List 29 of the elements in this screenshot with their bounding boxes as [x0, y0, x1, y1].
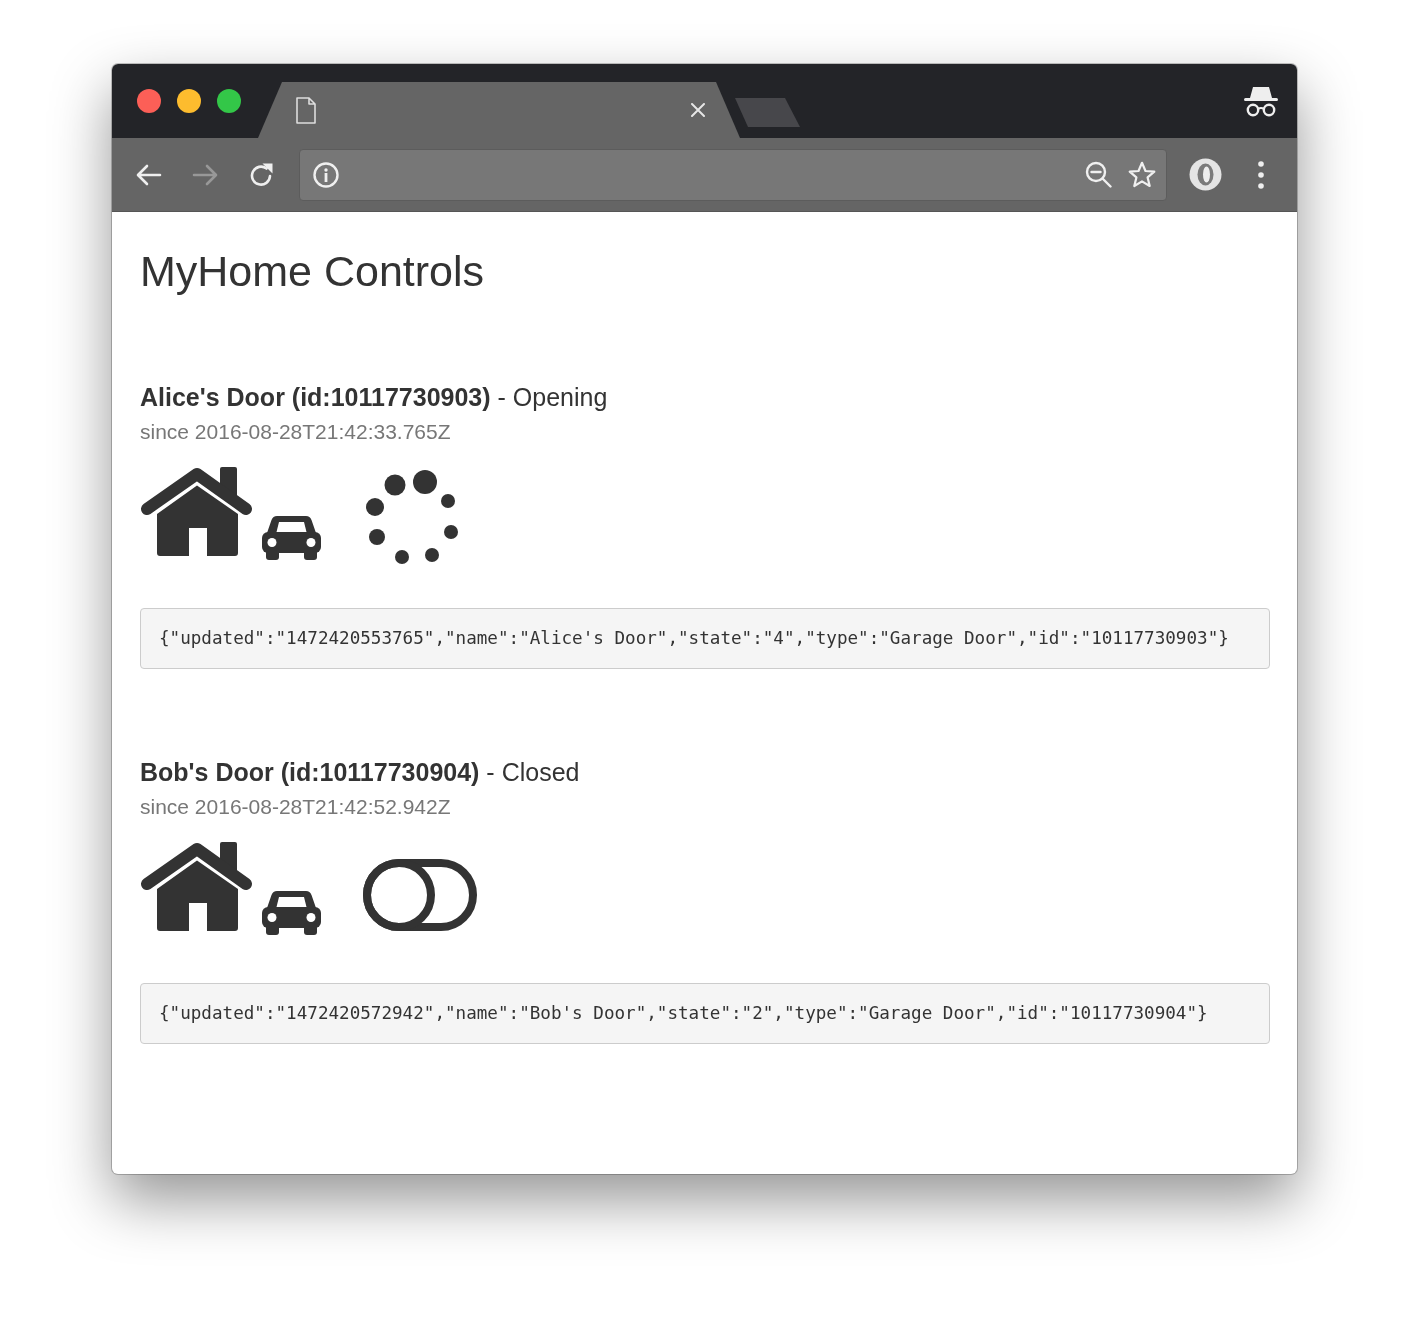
- page-title: MyHome Controls: [140, 248, 486, 294]
- device-json-code: {"updated":"1472420553765","name":"Alice's Door","state":"4","type":"Garage Door","id":"10117730903"}: [140, 608, 1270, 669]
- device-json-code: {"updated":"1472420572942","name":"Bob's Door","state":"2","type":"Garage Door","id":"10117730904"}: [140, 983, 1270, 1044]
- minimize-window-button[interactable]: [177, 89, 201, 113]
- since-timestamp: since 2016-08-28T21:42:33.765Z: [140, 420, 452, 444]
- reload-icon: [248, 161, 274, 188]
- extension-button[interactable]: [1187, 156, 1223, 193]
- house-icon: [140, 466, 253, 556]
- zoom-window-button[interactable]: [217, 89, 241, 113]
- car-icon: [262, 515, 321, 560]
- star-icon[interactable]: [1128, 161, 1156, 188]
- arrow-right-icon: [192, 163, 218, 186]
- device-heading: Bob's Door (id:10117730904) - Closed: [140, 757, 581, 787]
- extension-icon: [1188, 158, 1222, 191]
- spinner-icon: [365, 468, 460, 565]
- more-vertical-icon: [1258, 160, 1264, 189]
- arrow-left-icon: [136, 163, 162, 186]
- toggle-off-icon: [363, 859, 477, 931]
- car-icon: [262, 890, 321, 935]
- incognito-icon: [1244, 85, 1278, 117]
- close-window-button[interactable]: [137, 89, 161, 113]
- since-timestamp: since 2016-08-28T21:42:52.942Z: [140, 795, 452, 819]
- zoom-out-icon[interactable]: [1085, 161, 1112, 188]
- device-heading: Alice's Door (id:10117730903) - Opening: [140, 382, 609, 412]
- info-icon[interactable]: [313, 161, 339, 188]
- close-icon[interactable]: [691, 103, 705, 117]
- address-bar-field[interactable]: [299, 148, 1167, 201]
- house-icon: [140, 841, 253, 931]
- page-icon: [296, 96, 316, 124]
